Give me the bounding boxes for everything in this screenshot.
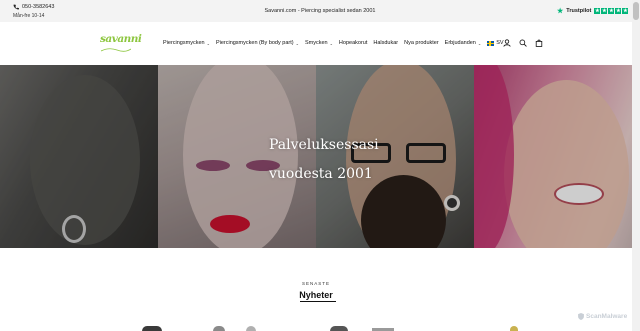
nav-item-piercingsmycken[interactable]: Piercingsmycken ⌄ <box>163 40 210 46</box>
sweden-flag-icon <box>487 40 495 46</box>
chevron-down-icon: ⌄ <box>477 40 482 46</box>
nav-item-erbjudanden[interactable]: Erbjudanden ⌄ <box>445 40 482 46</box>
search-icon[interactable] <box>519 39 527 47</box>
announcement-bar: 050-3582643 Mån-fre 10-14 Savanni.com - … <box>0 0 632 22</box>
scrollbar-thumb[interactable] <box>633 2 639 20</box>
hero-title-line-2: vuodesta 2001 <box>269 166 373 182</box>
logo-text: savanni <box>100 33 142 45</box>
nav-item-halsdukar[interactable]: Halsdukar <box>373 40 398 46</box>
product-teaser[interactable] <box>510 326 518 331</box>
nav-item-label: Hopeakorut <box>338 40 368 46</box>
cart-icon[interactable] <box>535 39 543 47</box>
trustpilot-logo-icon: ★ <box>557 8 564 15</box>
nav-item-label: Erbjudanden <box>444 40 476 46</box>
nav-item-hopeakorut[interactable]: Hopeakorut <box>339 40 367 46</box>
product-teaser[interactable] <box>213 326 225 331</box>
shield-icon <box>578 313 584 320</box>
trustpilot-star-icon: ★ <box>615 8 622 14</box>
product-teaser[interactable] <box>142 326 162 331</box>
nav-item-label: Piercingsmycken (By body part) <box>215 40 294 46</box>
trustpilot-star-icon: ★ <box>594 8 601 14</box>
chevron-down-icon: ⌄ <box>206 40 210 46</box>
section-kicker: SENASTE <box>301 281 330 286</box>
nav-item-piercingsmycken-by-body-part[interactable]: Piercingsmycken (By body part) ⌄ <box>216 40 299 46</box>
nav-item-label: Halsdukar <box>373 40 399 46</box>
product-teaser[interactable] <box>246 326 256 331</box>
header-icons <box>503 39 543 47</box>
hero-title: Palveluksessasi vuodesta 2001 <box>269 131 379 189</box>
page-scrollbar[interactable] <box>632 0 640 331</box>
nav-item-label: Smycken <box>304 40 328 46</box>
main-navigation: Piercingsmycken ⌄ Piercingsmycken (By body… <box>163 40 509 46</box>
heading-underline <box>300 301 336 302</box>
announcement-message: Savanni.com - Piercing specialist sedan … <box>264 8 376 14</box>
product-teaser[interactable] <box>330 326 348 331</box>
trustpilot-star-icon: ★ <box>608 8 615 14</box>
trustpilot-star-icon: ★ <box>622 8 629 14</box>
site-header: savanni Piercingsmycken ⌄ Piercingsmycken … <box>0 22 632 65</box>
nav-item-label: Nya produkter <box>404 40 439 46</box>
section-heading[interactable]: Nyheter <box>0 290 632 300</box>
nav-item-label: Piercingsmycken <box>163 40 205 46</box>
scanmalware-watermark: ScanMalware <box>578 313 627 320</box>
watermark-text: ScanMalware <box>586 313 628 320</box>
trustpilot-widget[interactable]: ★ Trustpilot ★ ★ ★ ★ ★ <box>557 7 629 15</box>
chevron-down-icon: ⌄ <box>329 40 333 46</box>
user-icon[interactable] <box>503 39 511 47</box>
logo-mark <box>101 48 131 52</box>
trustpilot-star-icon: ★ <box>601 8 608 14</box>
site-logo[interactable]: savanni <box>100 30 142 58</box>
nav-item-nya-produkter[interactable]: Nya produkter <box>404 40 439 46</box>
hero-title-line-1: Palveluksessasi <box>269 137 379 153</box>
trustpilot-label: Trustpilot <box>566 8 592 14</box>
trustpilot-stars: ★ ★ ★ ★ ★ <box>594 8 629 14</box>
chevron-down-icon: ⌄ <box>295 40 299 46</box>
nav-item-smycken[interactable]: Smycken ⌄ <box>305 40 333 46</box>
